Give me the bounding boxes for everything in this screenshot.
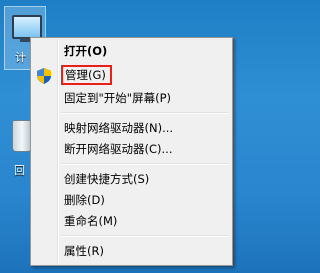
menu-item-create-shortcut[interactable]: 创建快捷方式(S) xyxy=(33,169,230,189)
desktop: { "desktop": { "icons": [ {"name": "comp… xyxy=(0,0,240,273)
menu-item-map-network-drive[interactable]: 映射网络驱动器(N)... xyxy=(33,118,230,138)
menu-separator xyxy=(61,112,228,114)
recycle-bin-icon xyxy=(12,120,32,152)
menu-item-rename[interactable]: 重命名(M) xyxy=(33,211,230,231)
menu-item-properties[interactable]: 属性(R) xyxy=(33,241,230,261)
computer-icon-label: 计 xyxy=(15,51,26,64)
shield-icon xyxy=(37,68,51,84)
menu-item-pin-to-start[interactable]: 固定到"开始"屏幕(P) xyxy=(33,88,230,108)
menu-separator xyxy=(61,235,228,237)
monitor-icon xyxy=(12,15,42,39)
menu-item-manage[interactable]: 管理(G) xyxy=(61,65,112,85)
menu-item-delete[interactable]: 删除(D) xyxy=(33,190,230,210)
recycle-bin-icon-label: 回 xyxy=(14,164,25,177)
menu-separator xyxy=(61,163,228,165)
menu-item-disconnect-network-drive[interactable]: 断开网络驱动器(C)... xyxy=(33,139,230,159)
context-menu: 打开(O) 管理(G) 固定到"开始"屏幕(P) 映射网络驱动器(N)... 断… xyxy=(30,37,233,266)
menu-item-open[interactable]: 打开(O) xyxy=(33,41,230,61)
